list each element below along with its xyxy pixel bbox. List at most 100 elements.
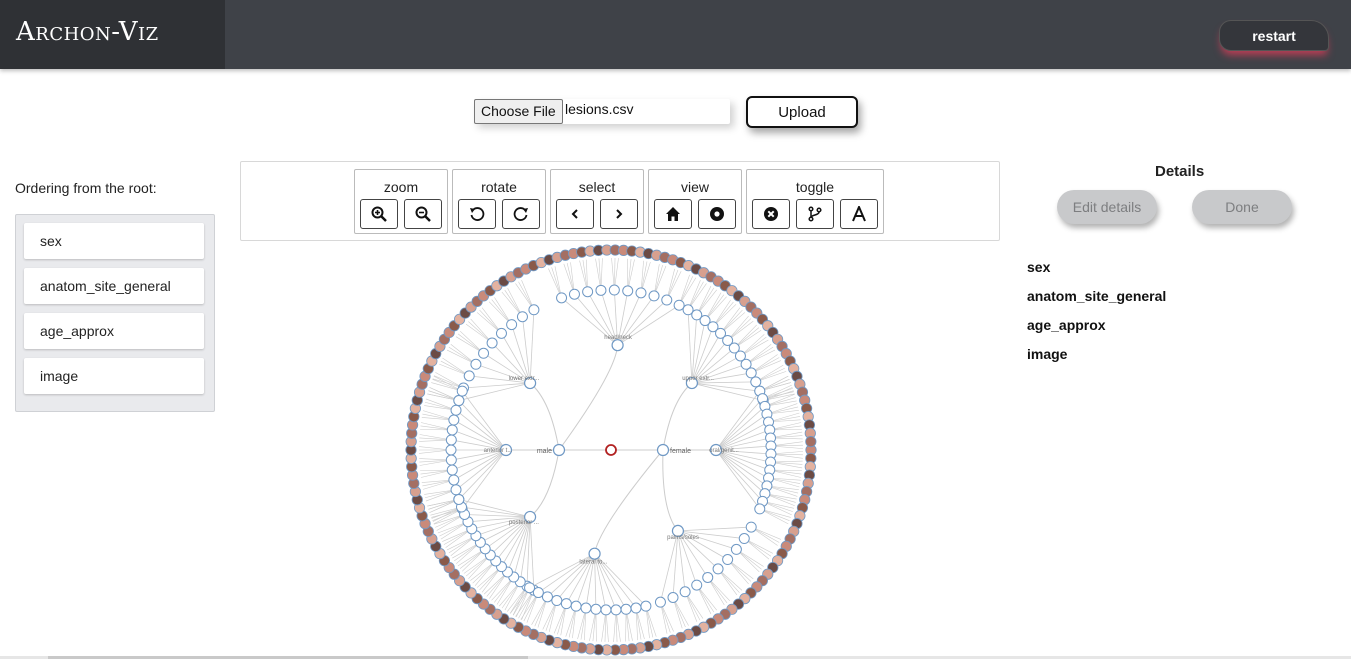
age-node[interactable]	[654, 596, 666, 608]
age-node[interactable]	[622, 285, 634, 297]
age-node[interactable]	[528, 304, 540, 316]
age-node[interactable]	[730, 543, 742, 555]
tree-link	[715, 449, 761, 510]
age-node[interactable]	[524, 582, 536, 594]
age-node[interactable]	[600, 604, 612, 616]
ordering-item-sex[interactable]: sex	[24, 223, 204, 259]
details-title: Details	[1155, 163, 1205, 180]
age-node[interactable]	[486, 337, 498, 349]
toggle-branch-button[interactable]	[796, 199, 834, 229]
tree-link	[529, 516, 535, 591]
done-button[interactable]: Done	[1192, 190, 1292, 224]
circle-dot-icon	[710, 207, 724, 221]
age-node[interactable]	[560, 598, 572, 610]
root-node[interactable]	[605, 444, 617, 456]
age-node[interactable]	[608, 284, 620, 296]
age-node[interactable]	[702, 571, 714, 583]
age-node[interactable]	[446, 424, 458, 436]
site-node[interactable]	[588, 547, 601, 560]
rotate-left-button[interactable]	[458, 199, 496, 229]
ordering-item-anatom-site[interactable]: anatom_site_general	[24, 268, 204, 304]
rotate-right-button[interactable]	[502, 199, 540, 229]
zoom-in-button[interactable]	[360, 199, 398, 229]
restart-button[interactable]: restart	[1219, 20, 1329, 51]
age-node[interactable]	[448, 474, 460, 486]
tree-link	[594, 449, 664, 554]
sex-label: female	[670, 448, 691, 455]
image-leaf-node[interactable]	[805, 436, 817, 448]
site-label: lateral to...	[579, 560, 607, 566]
upload-button[interactable]: Upload	[746, 96, 858, 128]
age-node[interactable]	[556, 292, 568, 304]
edit-details-button[interactable]: Edit details	[1057, 190, 1157, 224]
age-node[interactable]	[551, 595, 563, 607]
radial-tree[interactable]: male female lower extr... anterior t... post…	[400, 242, 824, 658]
age-node[interactable]	[595, 284, 607, 296]
age-node[interactable]	[620, 603, 632, 615]
ordering-item-age[interactable]: age_approx	[24, 313, 204, 349]
age-node[interactable]	[648, 290, 660, 302]
select-next-button[interactable]	[600, 199, 638, 229]
age-node[interactable]	[590, 603, 602, 615]
tree-link	[687, 309, 693, 384]
age-node[interactable]	[630, 602, 642, 614]
age-node[interactable]	[445, 434, 457, 446]
age-node[interactable]	[448, 414, 460, 426]
focus-view-button[interactable]	[698, 199, 736, 229]
age-node[interactable]	[582, 286, 594, 298]
tree-link	[529, 309, 535, 384]
age-node[interactable]	[635, 287, 647, 299]
age-node[interactable]	[661, 294, 673, 306]
age-node[interactable]	[446, 464, 458, 476]
tree-toolbar: zoom rotate select view toggle	[240, 161, 1000, 241]
age-node[interactable]	[478, 347, 490, 359]
age-node[interactable]	[610, 604, 622, 616]
toggle-text-button[interactable]	[840, 199, 878, 229]
age-node[interactable]	[750, 376, 762, 388]
age-node[interactable]	[570, 600, 582, 612]
age-node[interactable]	[580, 602, 592, 614]
age-node[interactable]	[738, 533, 750, 545]
age-node[interactable]	[691, 579, 703, 591]
age-node[interactable]	[712, 563, 724, 575]
view-label: view	[680, 179, 709, 195]
site-node[interactable]	[611, 339, 624, 352]
age-node[interactable]	[445, 454, 457, 466]
site-label: palms/soles	[667, 535, 699, 541]
age-node[interactable]	[470, 358, 482, 370]
ordering-item-image[interactable]: image	[24, 358, 204, 394]
rotate-left-icon	[470, 207, 485, 221]
branch-icon	[808, 206, 822, 222]
zoom-out-button[interactable]	[404, 199, 442, 229]
age-node[interactable]	[745, 367, 757, 379]
age-node[interactable]	[450, 484, 462, 496]
age-node[interactable]	[673, 299, 685, 311]
age-node[interactable]	[541, 591, 553, 603]
age-node[interactable]	[722, 554, 734, 566]
select-previous-button[interactable]	[556, 199, 594, 229]
select-group: select	[550, 169, 644, 234]
age-node[interactable]	[568, 288, 580, 300]
age-node[interactable]	[516, 311, 528, 323]
age-node[interactable]	[745, 521, 757, 533]
age-node[interactable]	[463, 370, 475, 382]
age-node[interactable]	[667, 591, 679, 603]
sex-node[interactable]	[552, 443, 566, 457]
age-node[interactable]	[450, 404, 462, 416]
age-node[interactable]	[453, 395, 465, 407]
choose-file-button[interactable]: Choose File	[474, 99, 563, 124]
toggle-close-button[interactable]	[752, 199, 790, 229]
age-node[interactable]	[679, 586, 691, 598]
view-group: view	[648, 169, 742, 234]
age-node[interactable]	[506, 319, 518, 331]
age-node[interactable]	[445, 444, 457, 456]
age-node[interactable]	[453, 493, 465, 505]
age-node[interactable]	[456, 385, 468, 397]
file-input[interactable]: Choose File lesions.csv	[474, 99, 730, 124]
home-view-button[interactable]	[654, 199, 692, 229]
age-node[interactable]	[754, 503, 766, 515]
age-node[interactable]	[640, 600, 652, 612]
age-node[interactable]	[495, 327, 507, 339]
sex-node[interactable]	[656, 443, 670, 457]
sex-label: male	[537, 448, 552, 455]
